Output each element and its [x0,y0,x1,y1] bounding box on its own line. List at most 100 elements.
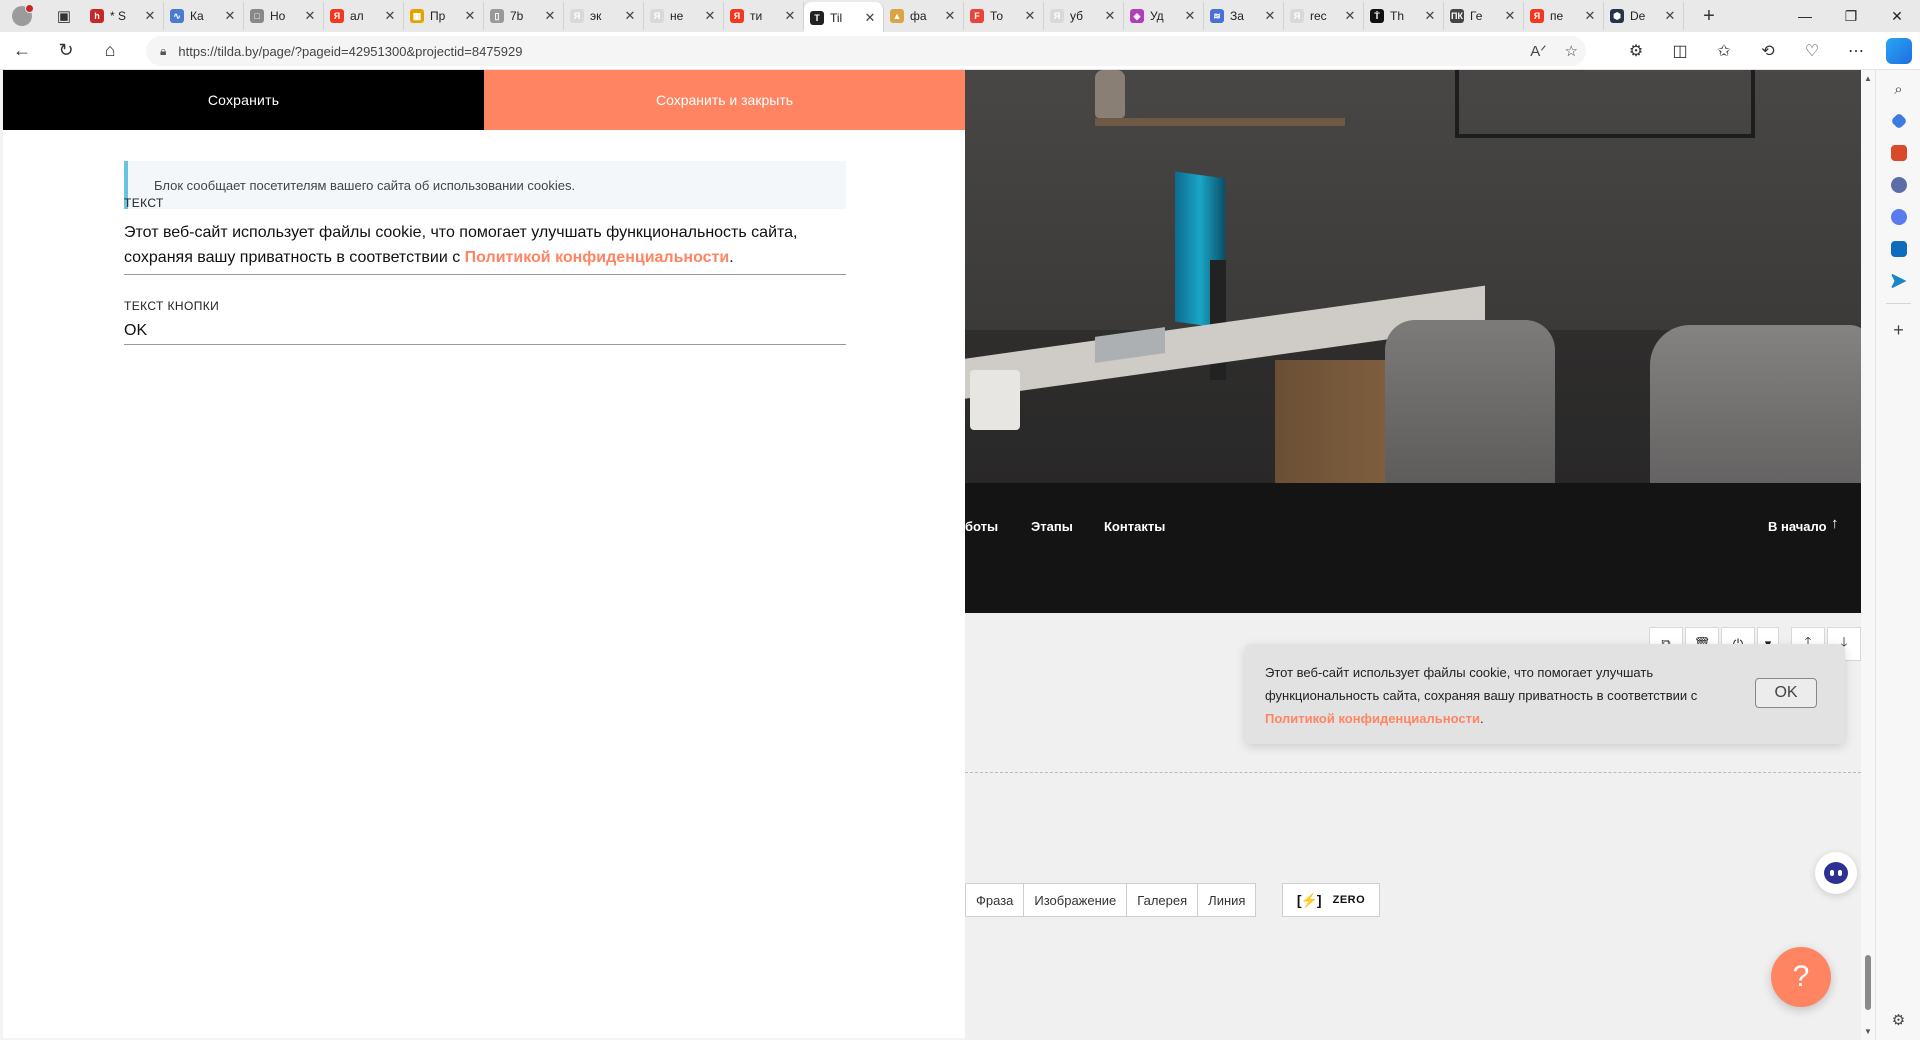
outlook-icon[interactable] [1876,234,1920,264]
tab-close-icon[interactable]: ✕ [1583,8,1597,24]
home-button[interactable]: ⌂ [88,32,132,70]
scroll-down-icon[interactable]: ▼ [1864,1027,1872,1036]
library-image-button[interactable]: Изображение [1024,883,1128,917]
tab-close-icon[interactable]: ✕ [143,8,157,24]
shopping-tag-icon[interactable] [1876,106,1920,136]
help-button[interactable]: ? [1771,947,1831,1007]
browser-tab[interactable]: ◈ Уд ✕ [1124,2,1204,30]
browser-tab[interactable]: Яне ✕ [644,2,724,30]
browser-tab[interactable]: ∿ Ка ✕ [164,2,244,30]
cookie-ok-button[interactable]: OK [1755,678,1817,708]
button-text-field[interactable]: OK [124,318,846,343]
tab-close-icon[interactable]: ✕ [1423,8,1437,24]
scrollbar-thumb[interactable] [1865,955,1871,1010]
copilot-sidebar-icon[interactable] [1876,202,1920,232]
new-tab-button[interactable]: + [1692,5,1726,28]
send-icon[interactable] [1876,266,1920,296]
tab-close-icon[interactable]: ✕ [1103,8,1117,24]
browser-tab[interactable]: ПК Ге ✕ [1444,2,1524,30]
tab-close-icon[interactable]: ✕ [383,8,397,24]
browser-tab[interactable]: ▲ фа ✕ [884,2,964,30]
browser-tab[interactable]: F То ✕ [964,2,1044,30]
library-phrase-button[interactable]: Фраза [965,883,1025,917]
browser-tab[interactable]: Яти ✕ [724,2,804,30]
tab-favicon-icon: ▦ [410,9,424,23]
sidebar-settings-icon[interactable]: ⚙ [1876,1005,1920,1035]
bot-icon [1824,862,1848,884]
browser-tab[interactable]: h * S ✕ [84,2,164,30]
scroll-up-icon[interactable]: ▲ [1864,74,1872,83]
browser-tab[interactable]: □ Но ✕ [244,2,324,30]
add-sidebar-app-icon[interactable]: + [1876,315,1920,345]
tab-close-icon[interactable]: ✕ [1503,8,1517,24]
reload-button[interactable]: ↻ [44,32,88,70]
browser-tab[interactable]: ⬢ De ✕ [1604,2,1684,30]
zero-block-button[interactable]: [⚡] ZERO [1282,883,1380,917]
sidebar-search-icon[interactable]: ⌕ [1876,74,1920,104]
favorite-star-icon[interactable]: ☆ [1565,42,1578,60]
close-window-icon[interactable]: ✕ [1874,0,1920,32]
menu-item-stages[interactable]: Этапы [1031,519,1073,534]
text-field-end: . [729,249,734,266]
tab-close-icon[interactable]: ✕ [463,8,477,24]
split-screen-icon[interactable]: ◫ [1658,41,1702,61]
save-button[interactable]: Сохранить [3,70,484,130]
tab-actions-icon[interactable]: ▣ [44,0,84,32]
more-menu-icon[interactable]: ⋯ [1834,41,1878,61]
tab-close-icon[interactable]: ✕ [863,10,877,26]
browser-tab[interactable]: ▦ Пр ✕ [404,2,484,30]
restore-icon[interactable]: ❐ [1828,0,1874,32]
tab-close-icon[interactable]: ✕ [703,8,717,24]
tab-title: 7b [510,9,524,23]
save-and-close-button[interactable]: Сохранить и закрыть [484,70,965,130]
to-top-link[interactable]: В начало [1768,519,1827,534]
tab-favicon-icon: Ṫ [1370,9,1384,23]
privacy-policy-link[interactable]: Политикой конфиденциальности [465,249,730,266]
url-field[interactable]: 🔒︎ https://tilda.by/page/?pageid=4295130… [146,36,1586,66]
favorites-icon[interactable]: ✩ [1702,41,1746,61]
tab-close-icon[interactable]: ✕ [303,8,317,24]
copilot-icon[interactable] [1886,38,1912,64]
page-scrollbar[interactable]: ▲ ▼ [1861,70,1875,1040]
tab-favicon-icon: Я [330,9,344,23]
tab-close-icon[interactable]: ✕ [223,8,237,24]
tab-close-icon[interactable]: ✕ [1023,8,1037,24]
library-line-button[interactable]: Линия [1198,883,1257,917]
history-icon[interactable]: ⟲ [1746,41,1790,61]
minimize-icon[interactable]: — [1782,0,1828,32]
browser-tab[interactable]: ▯ 7b ✕ [484,2,564,30]
menu-item-contacts[interactable]: Контакты [1104,519,1165,534]
tab-close-icon[interactable]: ✕ [623,8,637,24]
tab-close-icon[interactable]: ✕ [543,8,557,24]
games-icon[interactable] [1876,170,1920,200]
browser-tab[interactable]: Яэк ✕ [564,2,644,30]
tab-title: Til [830,11,843,25]
tab-close-icon[interactable]: ✕ [783,8,797,24]
library-gallery-button[interactable]: Галерея [1127,883,1199,917]
browser-tab[interactable]: Яал ✕ [324,2,404,30]
panel-header: Сохранить Сохранить и закрыть [3,70,965,130]
menu-item-works[interactable]: боты [965,519,998,534]
read-aloud-icon[interactable]: Aᐟ [1530,42,1546,60]
text-field[interactable]: Этот веб-сайт использует файлы cookie, ч… [124,220,846,270]
tools-briefcase-icon[interactable] [1876,138,1920,168]
tab-title: ти [750,9,763,23]
tab-close-icon[interactable]: ✕ [943,8,957,24]
chat-bot-button[interactable] [1815,852,1857,894]
tab-close-icon[interactable]: ✕ [1663,8,1677,24]
browser-tab[interactable]: ≋ За ✕ [1204,2,1284,30]
browser-tab[interactable]: Япе ✕ [1524,2,1604,30]
browser-tab[interactable]: Ṫ Th ✕ [1364,2,1444,30]
tab-close-icon[interactable]: ✕ [1343,8,1357,24]
tab-close-icon[interactable]: ✕ [1263,8,1277,24]
cookie-policy-link[interactable]: Политикой конфиденциальности [1265,711,1480,726]
browser-tab[interactable]: Яуб ✕ [1044,2,1124,30]
browser-tab[interactable]: Яrec ✕ [1284,2,1364,30]
profile-avatar[interactable] [0,0,44,32]
tab-close-icon[interactable]: ✕ [1183,8,1197,24]
back-button[interactable]: ← [0,32,44,70]
extensions-icon[interactable]: ⚙ [1614,41,1658,61]
site-info-icon[interactable]: 🔒︎ [160,44,166,59]
performance-icon[interactable]: ♡ [1790,41,1834,61]
browser-tab[interactable]: T Til ✕ [804,2,884,34]
